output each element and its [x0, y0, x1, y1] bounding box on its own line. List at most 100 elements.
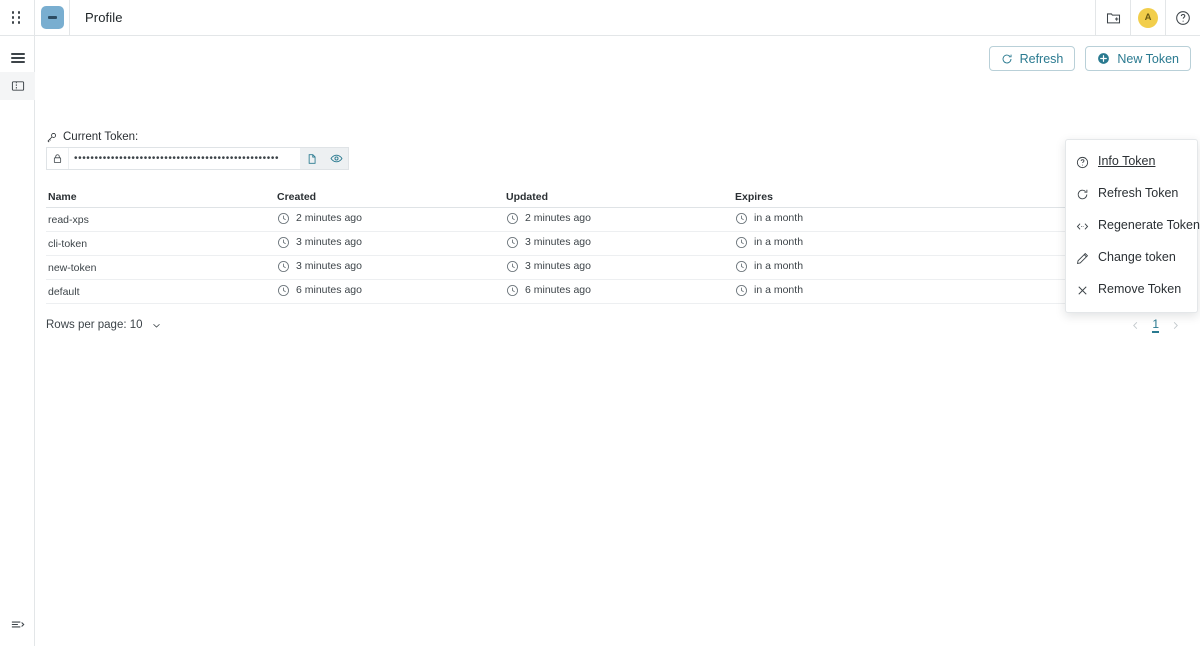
- menu-item-label: Refresh Token: [1098, 186, 1179, 201]
- column-header-created: Created: [277, 190, 317, 203]
- cell-token-name: default: [48, 285, 80, 298]
- refresh-icon: [1077, 189, 1088, 199]
- prev-page-button[interactable]: [1130, 320, 1141, 331]
- tokens-table: Name Created Updated Expires Actions rea…: [46, 186, 1189, 304]
- main-content: Refresh New Token Current Token: •••••••…: [35, 36, 1200, 646]
- page-toolbar: Refresh New Token: [988, 46, 1191, 71]
- expand-panel-icon: [10, 617, 25, 632]
- refresh-icon: [1001, 53, 1013, 65]
- next-page-button[interactable]: [1170, 320, 1181, 331]
- new-folder-button[interactable]: [1095, 0, 1130, 36]
- pencil-icon: [1076, 252, 1089, 265]
- clock-icon: [736, 284, 747, 296]
- cell-created: 6 minutes ago: [277, 284, 506, 300]
- title-bar: Profile A: [0, 0, 1200, 36]
- clock-icon: [278, 236, 289, 248]
- drag-handle[interactable]: [0, 0, 35, 36]
- cell-created: 3 minutes ago: [277, 260, 506, 276]
- cell-created: 3 minutes ago: [277, 236, 506, 252]
- token-masked-value: ••••••••••••••••••••••••••••••••••••••••…: [74, 153, 280, 164]
- cell-updated: 2 minutes ago: [506, 212, 735, 228]
- key-icon: [46, 132, 57, 143]
- cell-expires: in a month: [735, 212, 1115, 228]
- clock-icon: [278, 284, 289, 296]
- help-button[interactable]: [1165, 0, 1200, 36]
- current-token-field[interactable]: ••••••••••••••••••••••••••••••••••••••••…: [46, 147, 349, 170]
- clock-icon: [278, 212, 289, 224]
- table-header-row: Name Created Updated Expires Actions: [46, 186, 1189, 208]
- rail-panel-button[interactable]: [0, 72, 35, 100]
- reveal-token-button[interactable]: [324, 148, 348, 169]
- drag-handle-icon: [11, 11, 23, 24]
- cell-expires: in a month: [735, 284, 1115, 300]
- menu-item-label: Change token: [1098, 250, 1176, 265]
- table-row[interactable]: cli-token 3 minutes ago 3 minutes ago in a …: [46, 232, 1189, 256]
- menu-item-info-token[interactable]: Info Token: [1066, 146, 1197, 178]
- chevron-right-icon: [1173, 321, 1178, 329]
- clock-icon: [278, 260, 289, 272]
- rail-collapse-button[interactable]: [0, 610, 35, 638]
- menu-item-regenerate-token[interactable]: Regenerate Token: [1066, 210, 1200, 242]
- cell-created: 2 minutes ago: [277, 212, 506, 228]
- help-circle-icon: [1076, 156, 1089, 169]
- menu-item-label: Regenerate Token: [1098, 218, 1200, 233]
- table-row[interactable]: new-token 3 minutes ago 3 minutes ago in a …: [46, 256, 1189, 280]
- pencil-icon: [1076, 252, 1089, 264]
- refresh-button-label: Refresh: [1019, 51, 1064, 66]
- refresh-button[interactable]: Refresh: [988, 46, 1076, 71]
- clock-icon: [736, 212, 747, 224]
- current-token-label-text: Current Token:: [63, 131, 139, 143]
- chevron-down-icon: [151, 320, 162, 331]
- rail-menu-button[interactable]: [0, 44, 35, 72]
- menu-item-remove-token[interactable]: Remove Token: [1066, 274, 1197, 306]
- new-token-button[interactable]: New Token: [1085, 46, 1191, 71]
- cell-token-name: cli-token: [48, 237, 88, 250]
- cell-expires: in a month: [735, 236, 1115, 252]
- clock-icon: [507, 236, 518, 248]
- column-header-name: Name: [48, 190, 77, 203]
- window-title: Profile: [85, 10, 123, 25]
- menu-item-label: Info Token: [1098, 154, 1156, 169]
- avatar: A: [1138, 7, 1158, 28]
- menu-item-change-token[interactable]: Change token: [1066, 242, 1197, 274]
- cell-updated: 3 minutes ago: [506, 260, 735, 276]
- eye-icon: [330, 154, 342, 163]
- token-actions-menu: Info Token Refresh Token Regenerate Token C…: [1065, 139, 1200, 313]
- current-token-label: Current Token:: [46, 131, 138, 143]
- code-brackets-icon: [1076, 220, 1089, 233]
- page-nav: 1: [1130, 318, 1189, 333]
- hamburger-menu-icon: [10, 53, 25, 63]
- app-logo-icon: [40, 6, 64, 29]
- left-rail: [0, 36, 35, 646]
- clock-icon: [507, 284, 518, 296]
- table-body: read-xps 2 minutes ago 2 minutes ago in a m…: [46, 208, 1189, 304]
- cell-updated: 3 minutes ago: [506, 236, 735, 252]
- copy-token-button[interactable]: [300, 148, 324, 169]
- menu-item-label: Remove Token: [1098, 282, 1182, 297]
- panel-layout-icon: [11, 79, 25, 93]
- column-header-expires: Expires: [735, 190, 773, 203]
- user-account-button[interactable]: A: [1130, 0, 1165, 36]
- cell-token-name: read-xps: [48, 213, 89, 226]
- app-logo[interactable]: [35, 0, 70, 36]
- cell-updated: 6 minutes ago: [506, 284, 735, 300]
- close-x-icon: [1078, 285, 1087, 295]
- title-bar-actions: A: [1095, 0, 1200, 36]
- clock-icon: [736, 260, 747, 272]
- new-folder-icon: [1106, 10, 1121, 25]
- table-row[interactable]: default 6 minutes ago 6 minutes ago in a mo…: [46, 280, 1189, 304]
- help-circle-icon: [1175, 10, 1191, 26]
- lock-icon: [47, 148, 69, 169]
- rows-per-page-label: Rows per page: 10: [46, 319, 143, 331]
- new-token-button-label: New Token: [1117, 51, 1179, 66]
- cell-token-name: new-token: [48, 261, 97, 274]
- clock-icon: [507, 212, 518, 224]
- rows-per-page-select[interactable]: Rows per page: 10: [46, 319, 162, 331]
- page-number-1[interactable]: 1: [1152, 318, 1159, 333]
- help-circle-icon: [1076, 156, 1089, 168]
- cell-expires: in a month: [735, 260, 1115, 276]
- plus-circle-icon: [1097, 52, 1110, 65]
- refresh-icon: [1076, 188, 1089, 201]
- menu-item-refresh-token[interactable]: Refresh Token: [1066, 178, 1197, 210]
- table-row[interactable]: read-xps 2 minutes ago 2 minutes ago in a m…: [46, 208, 1189, 232]
